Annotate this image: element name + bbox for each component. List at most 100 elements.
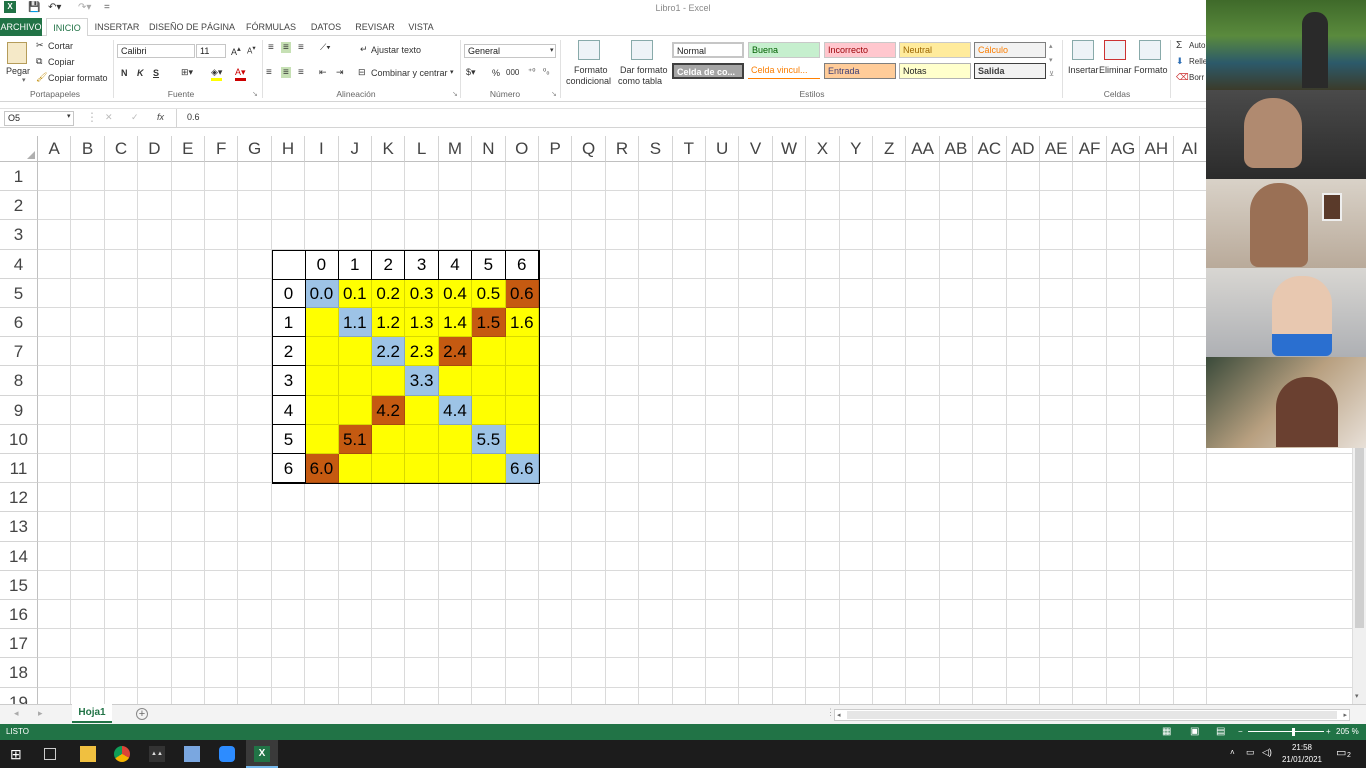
- align-center-icon[interactable]: ≡: [281, 67, 291, 78]
- horizontal-scrollbar[interactable]: ◂ ▸: [834, 709, 1350, 721]
- delete-cells-button[interactable]: Eliminar: [1099, 65, 1132, 75]
- align-bottom-icon[interactable]: ≡: [298, 42, 304, 53]
- number-format-dropdown-icon[interactable]: ▾: [550, 46, 554, 54]
- insert-cells-icon[interactable]: [1072, 40, 1094, 60]
- align-right-icon[interactable]: ≡: [298, 67, 304, 78]
- column-header[interactable]: B: [71, 136, 105, 162]
- cut-icon[interactable]: ✂: [36, 40, 44, 51]
- font-dialog-launcher-icon[interactable]: ↘: [252, 90, 258, 98]
- tab-archivo[interactable]: ARCHIVO: [0, 18, 42, 36]
- scroll-right-icon[interactable]: ▸: [1343, 711, 1347, 719]
- italic-button[interactable]: K: [137, 68, 144, 78]
- formula-input[interactable]: 0.6: [176, 109, 1206, 128]
- column-header[interactable]: R: [605, 136, 640, 162]
- increase-font-icon[interactable]: A▴: [231, 44, 241, 57]
- sheet-next-icon[interactable]: ▸: [38, 708, 43, 719]
- style-output[interactable]: Salida: [974, 63, 1046, 79]
- tab-revisar[interactable]: REVISAR: [352, 18, 398, 36]
- video-participant-1[interactable]: [1206, 0, 1366, 90]
- notifications-icon[interactable]: ▭: [1336, 746, 1346, 759]
- column-header[interactable]: AB: [939, 136, 974, 162]
- row-header[interactable]: 7: [0, 337, 38, 367]
- column-header[interactable]: S: [639, 136, 673, 162]
- style-bad[interactable]: Incorrecto: [824, 42, 896, 58]
- new-sheet-icon[interactable]: +: [136, 708, 148, 720]
- align-middle-icon[interactable]: ≡: [281, 42, 291, 53]
- row-header[interactable]: 1: [0, 162, 38, 192]
- clear-icon[interactable]: ⌫: [1176, 72, 1189, 83]
- column-header[interactable]: D: [138, 136, 172, 162]
- row-header[interactable]: 4: [0, 249, 38, 279]
- sheet-tab-hoja1[interactable]: Hoja1: [72, 704, 112, 723]
- column-header[interactable]: Z: [873, 136, 907, 162]
- column-header[interactable]: AI: [1173, 136, 1207, 162]
- copy-icon[interactable]: ⧉: [36, 56, 42, 67]
- insert-cells-button[interactable]: Insertar: [1068, 65, 1099, 75]
- tab-vista[interactable]: VISTA: [404, 18, 438, 36]
- video-participant-2[interactable]: [1206, 90, 1366, 179]
- copy-button[interactable]: Copiar: [48, 57, 75, 67]
- normal-view-icon[interactable]: ▦: [1162, 724, 1171, 740]
- tab-datos[interactable]: DATOS: [306, 18, 346, 36]
- zoom-slider-thumb[interactable]: [1292, 728, 1295, 736]
- decrease-indent-icon[interactable]: ⇤: [319, 67, 327, 78]
- bold-button[interactable]: N: [121, 68, 128, 78]
- thousands-button[interactable]: 000: [506, 68, 519, 77]
- font-name-select[interactable]: Calibri: [117, 44, 195, 58]
- column-header[interactable]: H: [271, 136, 306, 162]
- align-top-icon[interactable]: ≡: [268, 42, 274, 53]
- underline-button[interactable]: S: [153, 68, 159, 78]
- volume-icon[interactable]: ◁): [1262, 747, 1272, 758]
- column-header[interactable]: U: [706, 136, 740, 162]
- percent-button[interactable]: %: [492, 68, 500, 78]
- video-participant-5[interactable]: [1206, 357, 1366, 448]
- style-notes[interactable]: Notas: [899, 63, 971, 79]
- row-header[interactable]: 19: [0, 687, 38, 704]
- column-header[interactable]: M: [438, 136, 473, 162]
- column-header[interactable]: AH: [1140, 136, 1174, 162]
- tab-insertar[interactable]: INSERTAR: [92, 18, 142, 36]
- style-calc[interactable]: Cálculo: [974, 42, 1046, 58]
- conditional-format-icon[interactable]: [578, 40, 600, 60]
- style-neutral[interactable]: Neutral: [899, 42, 971, 58]
- format-cells-icon[interactable]: [1139, 40, 1161, 60]
- column-header[interactable]: X: [806, 136, 840, 162]
- increase-decimal-icon[interactable]: ⁺⁰: [528, 67, 535, 76]
- font-color-icon[interactable]: A▾: [235, 67, 246, 81]
- column-header[interactable]: L: [405, 136, 439, 162]
- scroll-down-icon[interactable]: ▾: [1355, 692, 1359, 700]
- column-header[interactable]: P: [539, 136, 573, 162]
- styles-more-icon[interactable]: ⊻: [1049, 70, 1054, 78]
- column-header[interactable]: Q: [572, 136, 606, 162]
- cond-format-label-1[interactable]: Formato: [574, 65, 608, 75]
- row-header[interactable]: 12: [0, 483, 38, 513]
- row-header[interactable]: 15: [0, 570, 38, 600]
- number-dialog-launcher-icon[interactable]: ↘: [551, 90, 557, 98]
- format-as-table-icon[interactable]: [631, 40, 653, 60]
- number-format-select[interactable]: General: [464, 44, 556, 58]
- column-header[interactable]: O: [505, 136, 539, 162]
- delete-cells-icon[interactable]: [1104, 40, 1126, 60]
- zoom-app-icon[interactable]: [219, 746, 235, 762]
- row-header[interactable]: 2: [0, 191, 38, 221]
- windows-start-icon[interactable]: ⊞: [10, 746, 26, 762]
- column-header[interactable]: W: [772, 136, 807, 162]
- column-header[interactable]: I: [305, 136, 339, 162]
- merge-center-icon[interactable]: ⊟: [358, 67, 366, 78]
- column-header[interactable]: AA: [906, 136, 940, 162]
- column-header[interactable]: N: [472, 136, 506, 162]
- column-header[interactable]: V: [739, 136, 773, 162]
- style-input[interactable]: Entrada: [824, 63, 896, 79]
- merge-dropdown-icon[interactable]: ▾: [450, 68, 454, 76]
- column-header[interactable]: AD: [1006, 136, 1040, 162]
- row-header[interactable]: 14: [0, 541, 38, 571]
- paste-icon[interactable]: [7, 42, 27, 64]
- select-all-corner[interactable]: [0, 136, 38, 162]
- column-header[interactable]: A: [38, 136, 72, 162]
- file-explorer-icon[interactable]: [80, 746, 96, 762]
- column-header[interactable]: E: [171, 136, 205, 162]
- styles-scroll-down-icon[interactable]: ▾: [1049, 56, 1053, 64]
- increase-indent-icon[interactable]: ⇥: [336, 67, 344, 78]
- column-header[interactable]: AC: [973, 136, 1007, 162]
- excel-taskbar-button[interactable]: X: [246, 740, 278, 768]
